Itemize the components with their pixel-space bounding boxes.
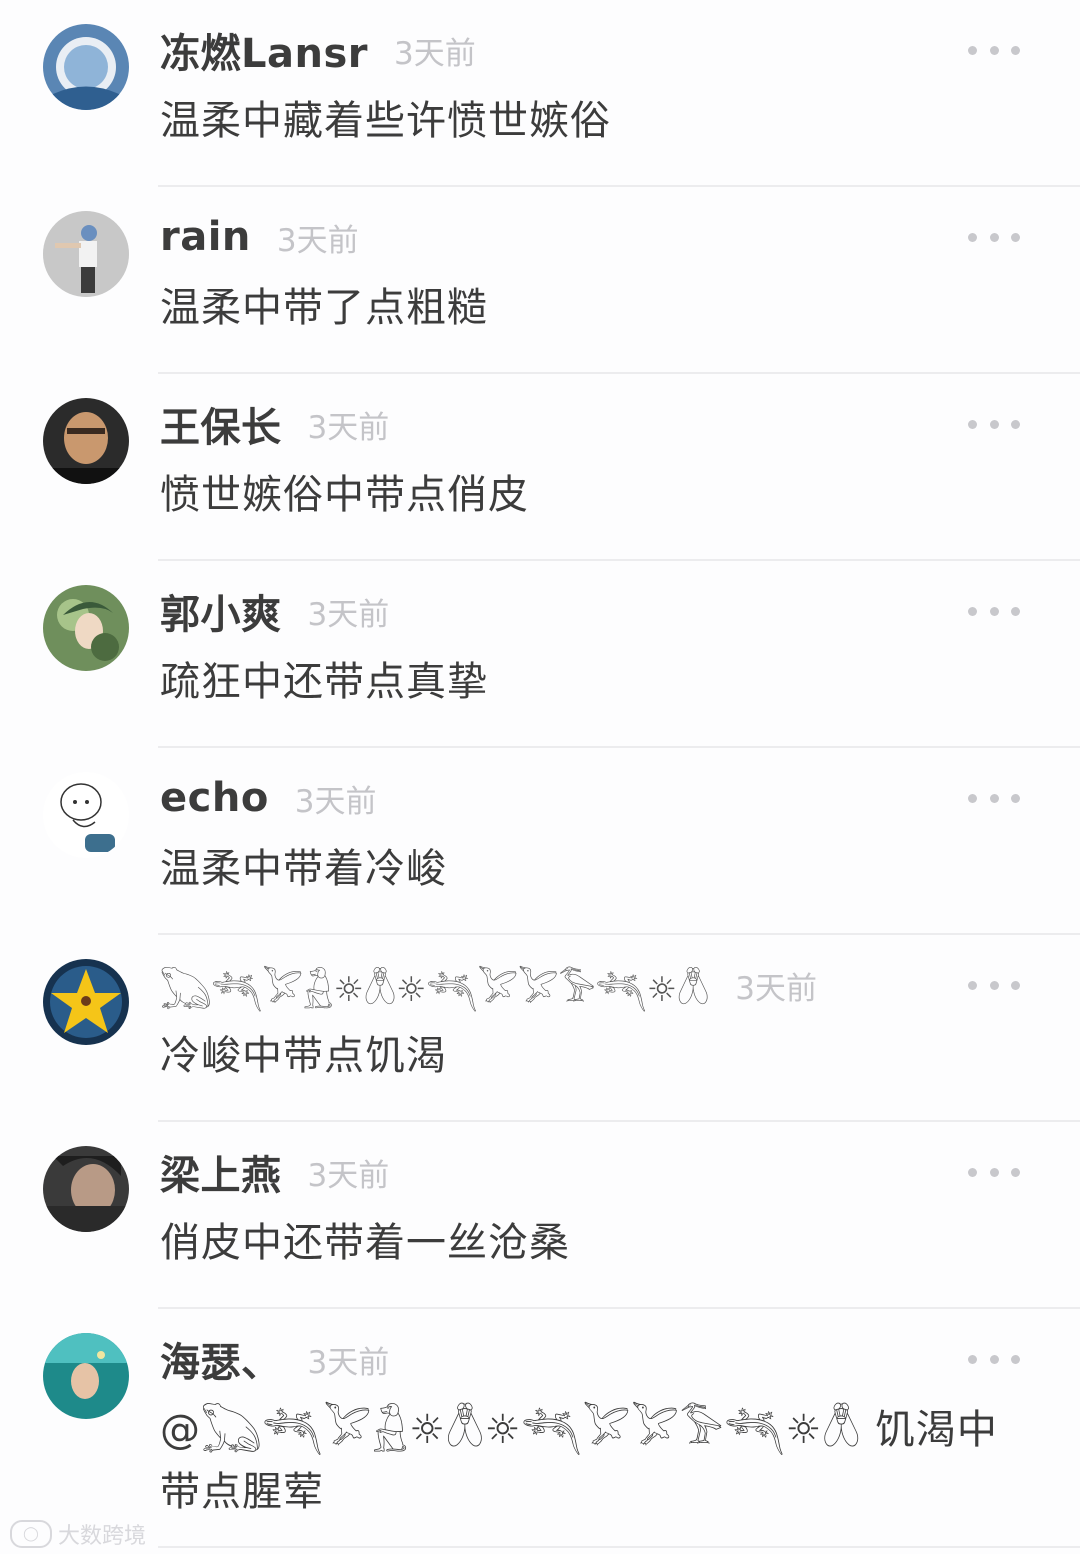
comment-item: 郭小爽 3天前 疏狂中还带点真挚 (0, 561, 1080, 748)
username[interactable]: 郭小爽 (160, 582, 282, 640)
avatar[interactable] (43, 1146, 129, 1232)
username[interactable]: 梁上燕 (160, 1143, 282, 1201)
avatar[interactable] (43, 398, 129, 484)
comment-text: 愤世嫉俗中带点俏皮 (160, 472, 529, 518)
username[interactable]: 王保长 (160, 395, 282, 453)
comment-text: @𓆏𓆈𓅯𓃻☼𓆦☼𓆈𓅯𓅯𓅣𓆈☼𓆦 饥渴中带点腥荤 (160, 1407, 998, 1515)
comment-item: 𓆏𓆈𓅯𓃻☼𓆦☼𓆈𓅯𓅯𓅣𓆈☼𓆦 3天前 冷峻中带点饥渴 (0, 935, 1080, 1122)
comment-item: echo 3天前 温柔中带着冷峻 (0, 748, 1080, 935)
timestamp: 3天前 (735, 970, 817, 1007)
timestamp: 3天前 (294, 783, 377, 820)
avatar[interactable] (43, 772, 129, 858)
comment-text: 温柔中藏着些许愤世嫉俗 (160, 98, 611, 144)
avatar[interactable] (43, 585, 129, 671)
username[interactable]: rain (160, 214, 251, 260)
timestamp: 3天前 (394, 35, 476, 72)
more-options-icon[interactable] (968, 788, 1020, 808)
comment-text: 俏皮中还带着一丝沧桑 (160, 1220, 570, 1266)
username[interactable]: 𓆏𓆈𓅯𓃻☼𓆦☼𓆈𓅯𓅯𓅣𓆈☼𓆦 (160, 957, 709, 1013)
timestamp: 3天前 (276, 222, 359, 259)
comment-item: 冻燃Lansr 3天前 温柔中藏着些许愤世嫉俗 (0, 0, 1080, 187)
divider (158, 1546, 1080, 1548)
timestamp: 3天前 (307, 596, 390, 633)
more-options-icon[interactable] (968, 1349, 1020, 1369)
timestamp: 3天前 (307, 1344, 390, 1381)
avatar[interactable] (43, 959, 129, 1045)
avatar[interactable] (43, 24, 129, 110)
username[interactable]: 冻燃Lansr (160, 21, 368, 79)
more-options-icon[interactable] (968, 1162, 1020, 1182)
avatar[interactable] (43, 211, 129, 297)
watermark-text: 大数跨境 (58, 1524, 147, 1549)
more-options-icon[interactable] (968, 601, 1020, 621)
username[interactable]: echo (160, 775, 269, 821)
logo-icon: ◯ (10, 1520, 52, 1548)
more-options-icon[interactable] (968, 40, 1020, 60)
comment-text: 冷峻中带点饥渴 (160, 1033, 447, 1079)
more-options-icon[interactable] (968, 414, 1020, 434)
comment-text: 疏狂中还带点真挚 (160, 659, 488, 705)
comment-item: 王保长 3天前 愤世嫉俗中带点俏皮 (0, 374, 1080, 561)
comment-item: rain 3天前 温柔中带了点粗糙 (0, 187, 1080, 374)
timestamp: 3天前 (307, 409, 390, 446)
timestamp: 3天前 (307, 1157, 390, 1194)
avatar[interactable] (43, 1333, 129, 1419)
comment-item: 海瑟、 3天前 @𓆏𓆈𓅯𓃻☼𓆦☼𓆈𓅯𓅯𓅣𓆈☼𓆦 饥渴中带点腥荤 (0, 1309, 1080, 1554)
comment-text: 温柔中带着冷峻 (160, 846, 447, 892)
more-options-icon[interactable] (968, 975, 1020, 995)
more-options-icon[interactable] (968, 227, 1020, 247)
comment-item: 梁上燕 3天前 俏皮中还带着一丝沧桑 (0, 1122, 1080, 1309)
watermark: ◯ 大数跨境 (10, 1518, 146, 1550)
comment-text: 温柔中带了点粗糙 (160, 285, 488, 331)
username[interactable]: 海瑟、 (160, 1330, 282, 1388)
